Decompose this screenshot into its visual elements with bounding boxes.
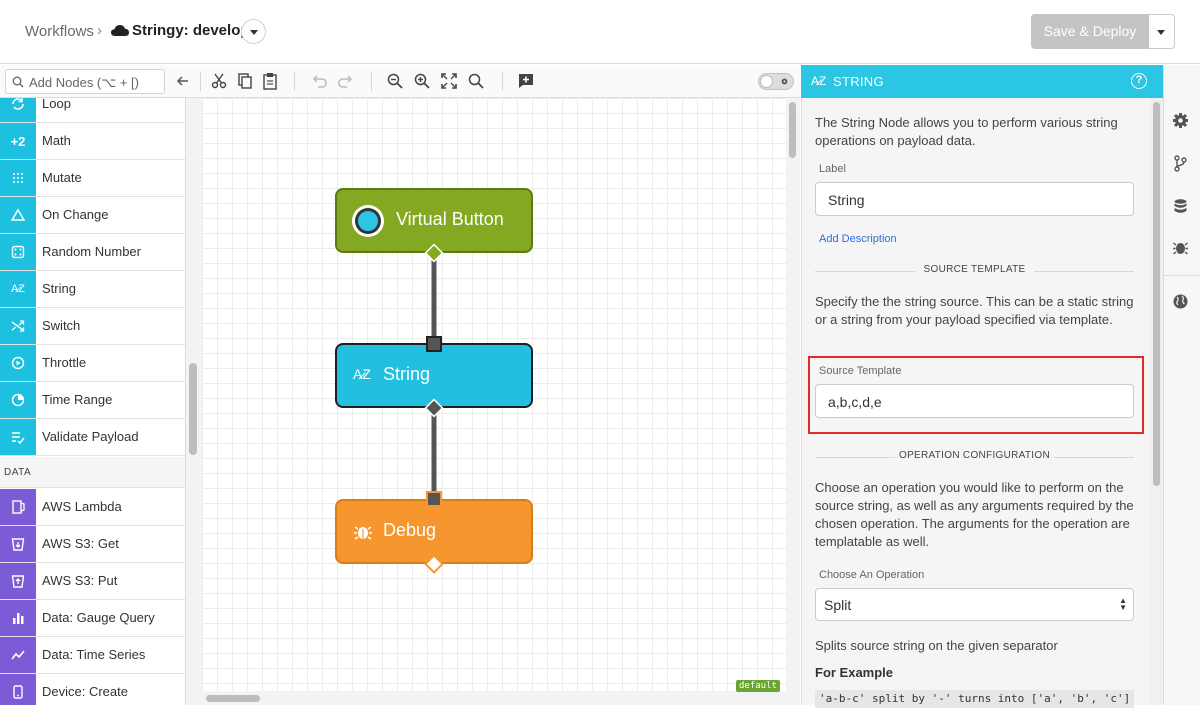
port-string-in[interactable] <box>426 336 442 352</box>
scrollbar-thumb[interactable] <box>1153 102 1160 486</box>
port-string-out[interactable] <box>424 398 444 418</box>
panel-scrollbar[interactable] <box>1150 98 1163 705</box>
default-badge: default <box>736 680 780 692</box>
panel-intro: The String Node allows you to perform va… <box>815 115 1118 148</box>
port-vb-out[interactable] <box>424 243 444 263</box>
select-arrows-icon: ▲ ▼ <box>1119 596 1127 612</box>
divider-line <box>1034 271 1134 272</box>
node-panel-header: A̷Z STRING ? <box>801 65 1163 98</box>
panel-title: STRING <box>833 74 884 89</box>
bug-icon[interactable] <box>1172 239 1189 256</box>
section-divider-source: SOURCE TEMPLATE <box>815 264 1134 275</box>
source-template-input[interactable]: a,b,c,d,e <box>815 384 1134 418</box>
branch-icon[interactable] <box>1172 155 1189 172</box>
operation-selected-value: Split <box>824 597 852 613</box>
help-icon[interactable]: ? <box>1131 73 1147 89</box>
az-icon: A̷Z <box>811 74 827 88</box>
operation-help-text: Choose an operation you would like to pe… <box>815 480 1134 549</box>
port-debug-in[interactable] <box>426 491 442 507</box>
label-caption: Label <box>819 163 846 175</box>
operation-description: Splits source string on the given separa… <box>815 638 1058 653</box>
divider-line <box>1054 457 1134 458</box>
rail-divider <box>1163 275 1200 276</box>
database-icon[interactable] <box>1172 198 1189 215</box>
operation-caption: Choose An Operation <box>819 569 925 581</box>
source-help-text: Specify the the string source. This can … <box>815 294 1134 327</box>
scrollbar-thumb[interactable] <box>206 695 260 702</box>
section-divider-operation: OPERATION CONFIGURATION <box>815 450 1134 461</box>
canvas-horizontal-scrollbar[interactable] <box>202 691 800 705</box>
source-template-caption: Source Template <box>819 365 902 377</box>
add-description-link[interactable]: Add Description <box>819 233 897 245</box>
canvas-vertical-scrollbar[interactable] <box>786 98 800 691</box>
port-debug-out[interactable] <box>424 554 444 574</box>
operation-select[interactable]: Split ▲ ▼ <box>815 588 1134 621</box>
example-code: 'a-b-c' split by '-' turns into ['a', 'b… <box>815 690 1134 708</box>
scrollbar-thumb[interactable] <box>789 102 796 158</box>
section-title: SOURCE TEMPLATE <box>923 264 1026 275</box>
label-input[interactable]: String <box>815 182 1134 216</box>
gear-icon[interactable] <box>1172 112 1189 129</box>
section-title: OPERATION CONFIGURATION <box>899 450 1050 461</box>
example-title: For Example <box>815 665 894 680</box>
globe-icon[interactable] <box>1172 293 1189 310</box>
